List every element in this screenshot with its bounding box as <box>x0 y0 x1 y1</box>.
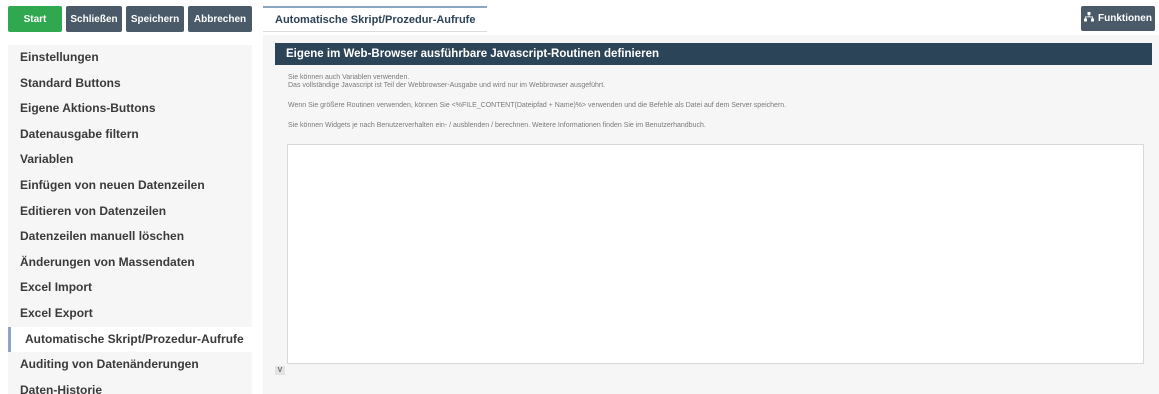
section-title: Eigene im Web-Browser ausführbare Javasc… <box>275 43 1152 65</box>
content-panel: Eigene im Web-Browser ausführbare Javasc… <box>263 35 1159 394</box>
left-pane: Start Schließen Speichern Abbrechen Eins… <box>0 0 252 394</box>
menu-item-standard-buttons[interactable]: Standard Buttons <box>8 70 252 97</box>
menu-item-eigene-aktions-buttons[interactable]: Eigene Aktions-Buttons <box>8 96 252 122</box>
info-text-variables: Sie können auch Variablen verwenden. <box>288 74 410 81</box>
menu-item-massendaten[interactable]: Änderungen von Massendaten <box>8 249 252 276</box>
menu-item-einfuegen-datenzeilen[interactable]: Einfügen von neuen Datenzeilen <box>8 172 252 199</box>
info-text-webbrowser: Das vollständige Javascript ist Teil der… <box>288 82 606 89</box>
info-text-file-content: Wenn Sie größere Routinen verwenden, kön… <box>288 102 787 109</box>
tab-bar: Automatische Skript/Prozedur-Aufrufe Fun… <box>263 0 1159 32</box>
functions-button[interactable]: Funktionen <box>1081 6 1155 31</box>
menu-item-auditing[interactable]: Auditing von Datenänderungen <box>8 352 252 378</box>
save-button[interactable]: Speichern <box>126 6 184 32</box>
action-toolbar: Start Schließen Speichern Abbrechen <box>8 6 252 32</box>
menu-item-variablen[interactable]: Variablen <box>8 147 252 173</box>
menu-item-daten-historie[interactable]: Daten-Historie <box>8 377 252 394</box>
close-button[interactable]: Schließen <box>66 6 122 32</box>
menu-item-excel-import[interactable]: Excel Import <box>8 275 252 301</box>
menu-item-editieren-datenzeilen[interactable]: Editieren von Datenzeilen <box>8 198 252 225</box>
tab-skript-aufrufe[interactable]: Automatische Skript/Prozedur-Aufrufe <box>263 6 488 32</box>
menu-item-excel-export[interactable]: Excel Export <box>8 300 252 327</box>
menu-item-skript-aufrufe[interactable]: Automatische Skript/Prozedur-Aufrufe <box>8 326 252 353</box>
menu-item-datenzeilen-loeschen[interactable]: Datenzeilen manuell löschen <box>8 224 252 250</box>
functions-button-label: Funktionen <box>1098 13 1152 24</box>
info-text-widgets: Sie können Widgets je nach Benutzerverha… <box>288 122 706 129</box>
start-button[interactable]: Start <box>8 6 62 32</box>
javascript-code-editor[interactable] <box>287 144 1144 364</box>
variables-toggle-button[interactable]: V <box>275 366 285 375</box>
sitemap-icon <box>1084 12 1095 25</box>
menu-item-einstellungen[interactable]: Einstellungen <box>8 45 252 71</box>
cancel-button[interactable]: Abbrechen <box>188 6 252 32</box>
app-window: Start Schließen Speichern Abbrechen Eins… <box>0 0 1159 394</box>
settings-menu: Einstellungen Standard Buttons Eigene Ak… <box>8 45 252 394</box>
menu-item-datenausgabe-filtern[interactable]: Datenausgabe filtern <box>8 121 252 148</box>
